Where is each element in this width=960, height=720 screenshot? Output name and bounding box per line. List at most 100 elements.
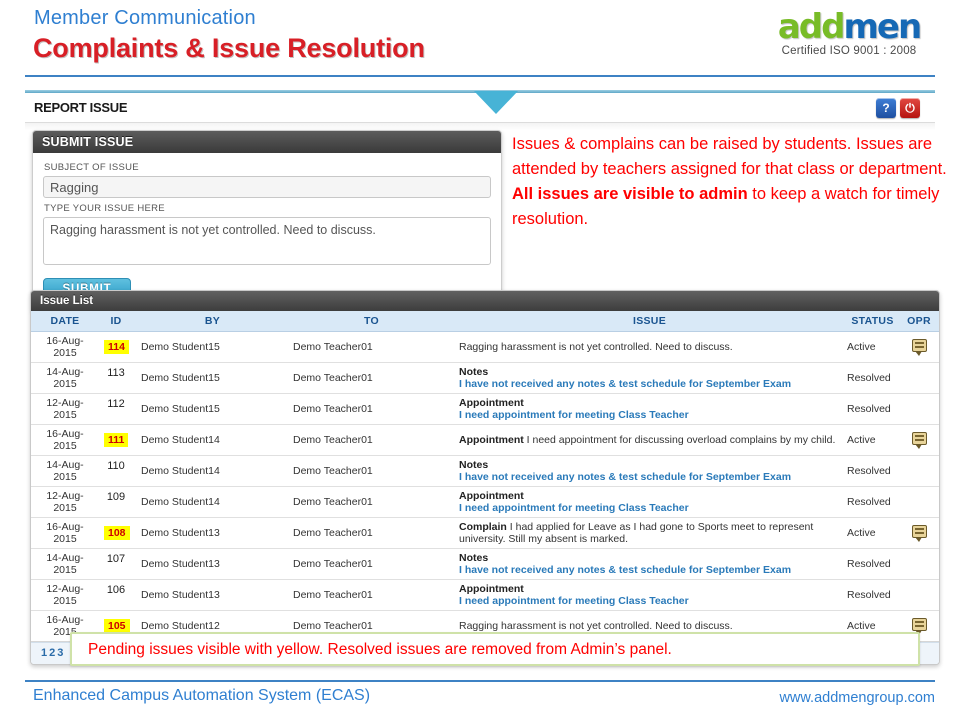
- cell-id: 114: [99, 331, 133, 363]
- issue-body: I need appointment for meeting Class Tea…: [459, 501, 689, 514]
- issue-title: Notes: [459, 458, 489, 471]
- cell-opr[interactable]: [899, 517, 939, 549]
- column-header-by[interactable]: BY: [133, 311, 285, 332]
- submit-issue-panel-title: SUBMIT ISSUE: [33, 131, 501, 153]
- cell-by: Demo Student14: [133, 455, 285, 487]
- issue-body-field-label: TYPE YOUR ISSUE HERE: [44, 203, 165, 214]
- issue-body: Ragging harassment is not yet controlled…: [459, 619, 733, 632]
- addmen-logo: addmen Certified ISO 9001 : 2008: [754, 10, 944, 57]
- callout-line-3: assigned for that class or department.: [670, 160, 947, 179]
- cell-by: Demo Student13: [133, 579, 285, 611]
- table-row[interactable]: 16-Aug-2015 108 Demo Student13 Demo Teacher…: [31, 517, 939, 549]
- comment-icon[interactable]: [911, 524, 927, 542]
- table-row[interactable]: 16-Aug-2015 114 Demo Student15 Demo Teacher…: [31, 331, 939, 363]
- cell-id: 106: [99, 579, 133, 611]
- application-window: REPORT ISSUE ? ⏻ SUBMIT ISSUE SUBJECT OF…: [12, 90, 948, 665]
- subject-input[interactable]: [43, 176, 491, 198]
- cell-to: Demo Teacher01: [285, 517, 451, 549]
- cell-to: Demo Teacher01: [285, 579, 451, 611]
- cell-status: Resolved: [841, 455, 899, 487]
- cell-id: 107: [99, 548, 133, 580]
- submit-issue-panel: SUBMIT ISSUE SUBJECT OF ISSUE TYPE YOUR …: [32, 130, 502, 313]
- issue-body: I have not received any notes & test sch…: [459, 470, 792, 483]
- column-header-id[interactable]: ID: [99, 311, 133, 332]
- cell-id: 110: [99, 455, 133, 487]
- cell-issue: Appointment I need appointment for meetin…: [451, 579, 841, 611]
- column-header-status[interactable]: STATUS: [841, 311, 899, 332]
- issue-title: Notes: [459, 551, 489, 564]
- issue-body: I had applied for Leave as I had gone to…: [459, 520, 814, 545]
- table-row[interactable]: 14-Aug-2015 113 Demo Student15 Demo Teacher…: [31, 362, 939, 394]
- cell-id: 108: [99, 517, 133, 549]
- table-row[interactable]: 12-Aug-2015 106 Demo Student13 Demo Teacher…: [31, 579, 939, 611]
- cell-to: Demo Teacher01: [285, 331, 451, 363]
- callout-line-4-rest: to keep a: [747, 185, 821, 204]
- column-header-to[interactable]: TO: [285, 311, 451, 332]
- cell-by: Demo Student14: [133, 486, 285, 518]
- table-row[interactable]: 14-Aug-2015 107 Demo Student13 Demo Teacher…: [31, 548, 939, 580]
- page-link-1[interactable]: 1: [41, 647, 47, 659]
- id-value: 107: [106, 552, 126, 565]
- id-highlight-badge: 105: [104, 618, 130, 633]
- footer-system-name: Enhanced Campus Automation System (ECAS): [33, 687, 371, 704]
- cell-opr[interactable]: [899, 424, 939, 456]
- table-row[interactable]: 12-Aug-2015 112 Demo Student15 Demo Teacher…: [31, 393, 939, 425]
- id-value: 110: [107, 459, 125, 472]
- header-divider: [25, 75, 935, 77]
- slide-page: Member Communication Complaints & Issue …: [0, 0, 960, 720]
- footer-website[interactable]: www.addmengroup.com: [779, 690, 935, 706]
- issue-body: I have not received any notes & test sch…: [459, 377, 792, 390]
- issue-body: Ragging harassment is not yet controlled…: [459, 340, 733, 353]
- cell-to: Demo Teacher01: [285, 393, 451, 425]
- issue-title: Notes: [459, 365, 489, 378]
- column-header-opr[interactable]: OPR: [899, 311, 939, 332]
- page-link-2[interactable]: 2: [49, 647, 55, 659]
- comment-icon[interactable]: [911, 431, 927, 449]
- issue-title: Appointment: [459, 396, 524, 409]
- issue-list-body: 16-Aug-2015 114 Demo Student15 Demo Teacher…: [31, 331, 939, 642]
- callout-line-1: Issues & complains can be raised by: [512, 135, 780, 153]
- subject-field-label: SUBJECT OF ISSUE: [44, 162, 139, 173]
- table-row[interactable]: 12-Aug-2015 109 Demo Student14 Demo Teacher…: [31, 486, 939, 518]
- cell-by: Demo Student13: [133, 517, 285, 549]
- cell-by: Demo Student15: [133, 362, 285, 394]
- cell-status: Active: [841, 517, 899, 549]
- cell-status: Resolved: [841, 548, 899, 580]
- cell-id: 109: [99, 486, 133, 518]
- cell-opr: [899, 362, 939, 394]
- cell-issue: Appointment I need appointment for meetin…: [451, 393, 841, 425]
- id-value: 113: [107, 366, 125, 379]
- help-icon[interactable]: ?: [876, 98, 896, 118]
- cell-date: 16-Aug-2015: [31, 331, 99, 363]
- issue-list-title: Issue List: [31, 291, 939, 311]
- table-row[interactable]: 16-Aug-2015 111 Demo Student14 Demo Teacher…: [31, 424, 939, 456]
- note-callout-box: Pending issues visible with yellow. Reso…: [70, 632, 920, 666]
- issue-title: Appointment: [459, 489, 524, 502]
- comment-icon[interactable]: [911, 338, 927, 356]
- cell-status: Resolved: [841, 393, 899, 425]
- issue-list-panel: Issue List DATE ID BY TO ISSUE STATUS OP…: [30, 290, 940, 665]
- comment-icon[interactable]: [911, 617, 927, 635]
- table-row[interactable]: 14-Aug-2015 110 Demo Student14 Demo Teacher…: [31, 455, 939, 487]
- cell-status: Active: [841, 424, 899, 456]
- id-value: 106: [106, 583, 126, 596]
- column-header-date[interactable]: DATE: [31, 311, 99, 332]
- page-link-3[interactable]: 3: [57, 647, 63, 659]
- cell-opr: [899, 393, 939, 425]
- power-icon[interactable]: ⏻: [900, 98, 920, 118]
- cell-date: 14-Aug-2015: [31, 455, 99, 487]
- cell-issue: Complain I had applied for Leave as I ha…: [451, 517, 841, 549]
- cell-opr[interactable]: [899, 331, 939, 363]
- cell-date: 12-Aug-2015: [31, 579, 99, 611]
- issue-body: I need appointment for meeting Class Tea…: [459, 594, 689, 607]
- cell-by: Demo Student14: [133, 424, 285, 456]
- note-callout-text: Pending issues visible with yellow. Reso…: [88, 641, 672, 658]
- issue-list-table: DATE ID BY TO ISSUE STATUS OPR 16-Aug-20…: [31, 311, 939, 642]
- column-header-issue[interactable]: ISSUE: [451, 311, 841, 332]
- issue-title: Complain: [459, 520, 510, 533]
- table-header-row: DATE ID BY TO ISSUE STATUS OPR: [31, 311, 939, 332]
- slide-headline: Complaints & Issue Resolution: [33, 33, 425, 63]
- cell-date: 16-Aug-2015: [31, 424, 99, 456]
- issue-body: I need appointment for meeting Class Tea…: [459, 408, 689, 421]
- issue-body-textarea[interactable]: [43, 217, 491, 265]
